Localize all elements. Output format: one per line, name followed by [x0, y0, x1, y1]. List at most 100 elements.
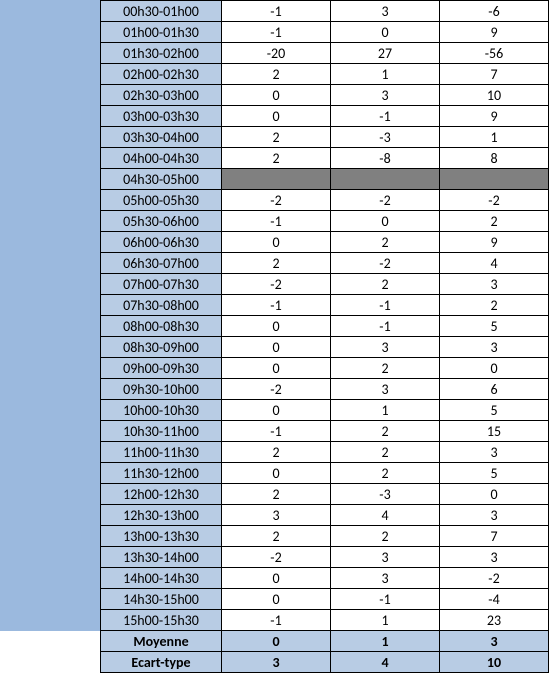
cell: 2: [222, 64, 331, 85]
cell: 2: [222, 253, 331, 274]
cell: -2: [222, 274, 331, 295]
cell: -2: [440, 190, 549, 211]
cell: 8: [440, 148, 549, 169]
row-label: 11h30-12h00: [101, 463, 222, 484]
cell: -2: [222, 190, 331, 211]
table-row: 14h30-15h000-1-4: [101, 589, 549, 610]
table-row: 05h00-05h30-2-2-2: [101, 190, 549, 211]
row-label: 05h30-06h00: [101, 211, 222, 232]
cell: 7: [440, 64, 549, 85]
cell: 0: [222, 463, 331, 484]
table-row: 11h00-11h30223: [101, 442, 549, 463]
table-row: 02h00-02h30217: [101, 64, 549, 85]
cell: 2: [222, 442, 331, 463]
cell: 2: [222, 148, 331, 169]
summary-cell: 3: [440, 631, 549, 652]
cell: 3: [331, 547, 440, 568]
cell: 0: [222, 232, 331, 253]
table-row: 10h30-11h00-1215: [101, 421, 549, 442]
cell: 2: [331, 358, 440, 379]
row-label: 02h00-02h30: [101, 64, 222, 85]
cell: 5: [440, 400, 549, 421]
cell: 3: [440, 505, 549, 526]
summary-cell: 10: [440, 652, 549, 673]
left-margin-column: [0, 0, 100, 631]
cell: 2: [331, 442, 440, 463]
cell: -1: [222, 295, 331, 316]
row-label: 11h00-11h30: [101, 442, 222, 463]
cell: 3: [331, 85, 440, 106]
row-label: 07h00-07h30: [101, 274, 222, 295]
table-row: 11h30-12h00025: [101, 463, 549, 484]
summary-cell: 0: [222, 631, 331, 652]
cell: 0: [222, 337, 331, 358]
cell: 2: [222, 484, 331, 505]
cell: 5: [440, 316, 549, 337]
summary-row: Ecart-type3410: [101, 652, 549, 673]
table-row: 08h00-08h300-15: [101, 316, 549, 337]
cell: 7: [440, 526, 549, 547]
cell: -2: [440, 568, 549, 589]
cell: 1: [331, 400, 440, 421]
table-row: 04h00-04h302-88: [101, 148, 549, 169]
table-row: 07h30-08h00-1-12: [101, 295, 549, 316]
table-row: 03h30-04h002-31: [101, 127, 549, 148]
row-label: 08h00-08h30: [101, 316, 222, 337]
cell: 9: [440, 232, 549, 253]
cell: 3: [440, 442, 549, 463]
cell: [222, 169, 331, 190]
cell: 6: [440, 379, 549, 400]
cell: -2: [331, 190, 440, 211]
cell: 0: [222, 589, 331, 610]
cell: 0: [222, 85, 331, 106]
row-label: 06h00-06h30: [101, 232, 222, 253]
table-row: 14h00-14h3003-2: [101, 568, 549, 589]
cell: -1: [222, 610, 331, 631]
cell: 3: [331, 1, 440, 22]
cell: -1: [222, 1, 331, 22]
cell: 9: [440, 22, 549, 43]
row-label: 04h30-05h00: [101, 169, 222, 190]
cell: -2: [222, 379, 331, 400]
cell: 0: [222, 358, 331, 379]
row-label: 09h00-09h30: [101, 358, 222, 379]
cell: 0: [222, 400, 331, 421]
row-label: 10h00-10h30: [101, 400, 222, 421]
row-label: 01h00-01h30: [101, 22, 222, 43]
summary-cell: 4: [331, 652, 440, 673]
summary-cell: 1: [331, 631, 440, 652]
cell: [331, 169, 440, 190]
cell: 0: [222, 316, 331, 337]
row-label: 14h00-14h30: [101, 568, 222, 589]
cell: -56: [440, 43, 549, 64]
cell: 2: [222, 526, 331, 547]
row-label: 03h00-03h30: [101, 106, 222, 127]
cell: 2: [331, 463, 440, 484]
row-label: 00h30-01h00: [101, 1, 222, 22]
row-label: 03h30-04h00: [101, 127, 222, 148]
table-row: 15h00-15h30-1123: [101, 610, 549, 631]
table-row: 06h30-07h002-24: [101, 253, 549, 274]
table-row: 06h00-06h30029: [101, 232, 549, 253]
cell: -3: [331, 127, 440, 148]
table-row: 09h00-09h30020: [101, 358, 549, 379]
cell: 27: [331, 43, 440, 64]
row-label: 12h00-12h30: [101, 484, 222, 505]
cell: 4: [331, 505, 440, 526]
cell: 10: [440, 85, 549, 106]
cell: [440, 169, 549, 190]
cell: 1: [331, 64, 440, 85]
cell: 3: [331, 568, 440, 589]
cell: 2: [440, 295, 549, 316]
summary-row: Moyenne013: [101, 631, 549, 652]
row-label: 01h30-02h00: [101, 43, 222, 64]
cell: 1: [440, 127, 549, 148]
row-label: 12h30-13h00: [101, 505, 222, 526]
row-label: 15h00-15h30: [101, 610, 222, 631]
table-row: 01h00-01h30-109: [101, 22, 549, 43]
table-row: 12h30-13h00343: [101, 505, 549, 526]
cell: -20: [222, 43, 331, 64]
cell: 2: [331, 421, 440, 442]
row-label: 10h30-11h00: [101, 421, 222, 442]
cell: 3: [331, 379, 440, 400]
